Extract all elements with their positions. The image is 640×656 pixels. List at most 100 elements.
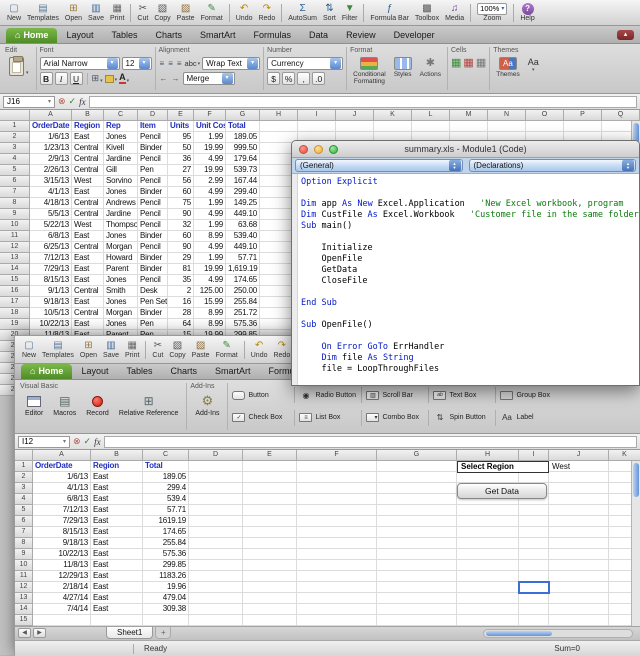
tab-review[interactable]: Review <box>337 28 385 43</box>
cell-b3[interactable]: East <box>91 483 143 494</box>
name-box[interactable]: I12▾ <box>18 436 70 448</box>
bold-button[interactable]: B <box>40 72 53 85</box>
cell-e3[interactable]: 50 <box>168 143 194 154</box>
object-dropdown[interactable]: (General)▲▼ <box>295 159 463 172</box>
cell-c2[interactable]: Jones <box>104 132 138 143</box>
toolbar-format-button[interactable]: ✎Format <box>213 336 241 363</box>
borders-button[interactable]: ⊞▾ <box>92 73 103 84</box>
row-header-18[interactable]: 18 <box>0 308 30 319</box>
cell-a10[interactable]: 11/8/13 <box>33 560 91 571</box>
cell-c2[interactable]: 189.05 <box>143 472 189 483</box>
cell-e16[interactable]: 2 <box>168 286 194 297</box>
cell-a19[interactable]: 10/22/13 <box>30 319 72 330</box>
cell-f2[interactable]: 1.99 <box>194 132 226 143</box>
insert-function-icon[interactable]: fx <box>79 97 86 107</box>
cell-b15[interactable] <box>91 615 143 626</box>
tab-tables[interactable]: Tables <box>117 364 161 379</box>
cell-n1[interactable] <box>488 121 526 132</box>
cell-b15[interactable]: East <box>72 275 104 286</box>
cell-f6[interactable] <box>297 516 377 527</box>
add-sheet-button[interactable]: + <box>155 627 171 639</box>
cell-c14[interactable]: Parent <box>104 264 138 275</box>
cell-i15[interactable] <box>519 615 549 626</box>
scrollbar-thumb[interactable] <box>486 631 552 636</box>
cell-f3[interactable] <box>297 483 377 494</box>
fill-color-button[interactable]: ▾ <box>105 75 118 83</box>
toolbar-filter-button[interactable]: ▼Filter <box>339 0 361 25</box>
select-all-corner[interactable] <box>0 110 30 121</box>
toolbar-new-button[interactable]: ▢New <box>4 0 24 25</box>
cell-h14[interactable] <box>457 604 519 615</box>
column-header-q[interactable]: Q <box>602 110 640 121</box>
scrollbar-thumb[interactable] <box>633 463 639 497</box>
procedure-dropdown[interactable]: (Declarations)▲▼ <box>469 159 637 172</box>
cell-h7[interactable] <box>457 527 519 538</box>
cell-c1[interactable]: Total <box>143 461 189 472</box>
cell-b19[interactable]: East <box>72 319 104 330</box>
toolbar-paste-button[interactable]: ▨Paste <box>189 336 213 363</box>
cell-g6[interactable] <box>377 516 457 527</box>
cell-c10[interactable]: Thompson <box>104 220 138 231</box>
cell-f11[interactable]: 8.99 <box>194 231 226 242</box>
cell-h6[interactable] <box>457 516 519 527</box>
cell-d2[interactable]: Pencil <box>138 132 168 143</box>
cell-e9[interactable]: 90 <box>168 209 194 220</box>
cell-e7[interactable] <box>243 527 297 538</box>
row-header-6[interactable]: 6 <box>15 516 33 527</box>
column-header-f[interactable]: F <box>297 450 377 461</box>
cell-f9[interactable]: 4.99 <box>194 209 226 220</box>
cell-d2[interactable] <box>189 472 243 483</box>
cell-f14[interactable]: 19.99 <box>194 264 226 275</box>
row-header-11[interactable]: 11 <box>15 571 33 582</box>
row-header-16[interactable]: 16 <box>0 286 30 297</box>
cell-b10[interactable]: East <box>91 560 143 571</box>
cell-a6[interactable]: 3/15/13 <box>30 176 72 187</box>
cell-f13[interactable]: 1.99 <box>194 253 226 264</box>
row-header-6[interactable]: 6 <box>0 176 30 187</box>
cell-g3[interactable] <box>377 483 457 494</box>
cell-g16[interactable]: 250.00 <box>226 286 260 297</box>
cell-b18[interactable]: Central <box>72 308 104 319</box>
row-header-1[interactable]: 1 <box>0 121 30 132</box>
cancel-icon[interactable]: ⊗ <box>73 436 81 447</box>
cell-j4[interactable] <box>549 494 609 505</box>
cell-d8[interactable] <box>189 538 243 549</box>
cell-d11[interactable]: Binder <box>138 231 168 242</box>
row-header-9[interactable]: 9 <box>0 209 30 220</box>
cell-b11[interactable]: East <box>72 231 104 242</box>
row-header-19[interactable]: 19 <box>0 319 30 330</box>
row-header-5[interactable]: 5 <box>0 165 30 176</box>
cell-e10[interactable] <box>243 560 297 571</box>
cell-d7[interactable] <box>189 527 243 538</box>
cell-e2[interactable] <box>243 472 297 483</box>
column-header-i[interactable]: I <box>519 450 549 461</box>
row-header-14[interactable]: 14 <box>0 264 30 275</box>
formula-input[interactable] <box>104 436 637 448</box>
row-header-7[interactable]: 7 <box>15 527 33 538</box>
cell-d14[interactable]: Binder <box>138 264 168 275</box>
cell-e18[interactable]: 28 <box>168 308 194 319</box>
row-header-1[interactable]: 1 <box>15 461 33 472</box>
cell-a1[interactable]: OrderDate <box>33 461 91 472</box>
cell-b3[interactable]: Central <box>72 143 104 154</box>
cell-g7[interactable]: 299.40 <box>226 187 260 198</box>
cell-a2[interactable]: 1/6/13 <box>30 132 72 143</box>
font-name-select[interactable]: Arial Narrow▾ <box>40 57 120 70</box>
cell-f18[interactable]: 8.99 <box>194 308 226 319</box>
cell-i2[interactable] <box>519 472 549 483</box>
cell-o1[interactable] <box>526 121 564 132</box>
cell-g3[interactable]: 999.50 <box>226 143 260 154</box>
tab-developer[interactable]: Developer <box>385 28 444 43</box>
cell-d16[interactable]: Desk <box>138 286 168 297</box>
toolbar-cut-button[interactable]: ✂Cut <box>149 336 166 363</box>
theme-fonts-button[interactable]: Aa ▾ <box>528 57 539 73</box>
cell-g2[interactable]: 189.05 <box>226 132 260 143</box>
percent-style-button[interactable]: % <box>282 72 295 85</box>
conditional-formatting-button[interactable]: ConditionalFormatting <box>353 57 386 85</box>
column-header-j[interactable]: J <box>336 110 374 121</box>
cell-c11[interactable]: Jones <box>104 231 138 242</box>
cell-h2[interactable] <box>457 472 519 483</box>
cell-g9[interactable]: 449.10 <box>226 209 260 220</box>
row-header-10[interactable]: 10 <box>15 560 33 571</box>
cell-g18[interactable]: 251.72 <box>226 308 260 319</box>
